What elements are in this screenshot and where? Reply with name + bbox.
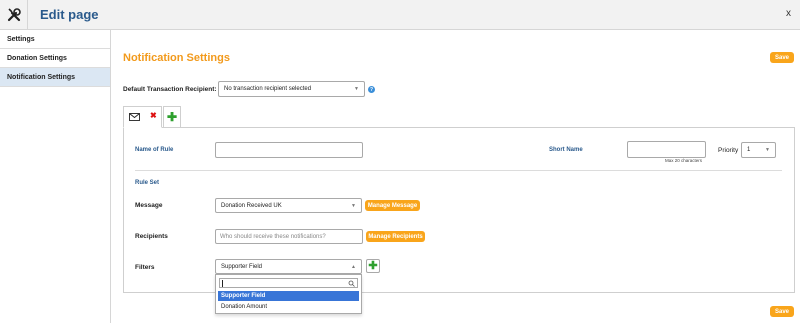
rule-set-divider	[135, 170, 782, 171]
recipients-label: Recipients	[135, 233, 168, 240]
filters-value: Supporter Field	[221, 263, 263, 270]
sidebar-item-donation-settings[interactable]: Donation Settings	[0, 49, 110, 68]
manage-message-button[interactable]: Manage Message	[365, 200, 420, 211]
message-select[interactable]: Donation Received UK ▼	[215, 198, 362, 213]
sidebar: Settings Donation Settings Notification …	[0, 30, 111, 323]
manage-recipients-button[interactable]: Manage Recipients	[366, 231, 425, 242]
save-button-top[interactable]: Save	[770, 52, 794, 63]
filters-dropdown: Supporter Field Donation Amount	[215, 274, 362, 314]
name-of-rule-input[interactable]	[215, 142, 363, 158]
search-icon	[348, 280, 355, 287]
priority-label: Priority	[718, 147, 739, 154]
priority-select[interactable]: 1 ▼	[741, 142, 776, 158]
priority-value: 1	[747, 147, 751, 153]
recipients-input[interactable]: Who should receive these notifications?	[215, 229, 363, 244]
message-value: Donation Received UK	[221, 202, 282, 209]
chevron-up-icon: ▲	[351, 263, 356, 270]
remove-tab-icon[interactable]: ✖	[150, 111, 157, 120]
edit-page-window: Edit page x Settings Donation Settings N…	[0, 0, 800, 323]
plus-icon: ✚	[166, 110, 178, 124]
close-button[interactable]: x	[786, 8, 791, 19]
short-name-input[interactable]	[627, 141, 706, 158]
filters-label: Filters	[135, 264, 155, 271]
short-name-hint: Max 20 characters	[665, 158, 703, 163]
sidebar-item-notification-settings[interactable]: Notification Settings	[0, 68, 110, 87]
help-icon[interactable]: ?	[368, 86, 375, 93]
short-name-label: Short Name	[549, 147, 583, 153]
rule-set-label: Rule Set	[135, 180, 160, 186]
save-button-bottom[interactable]: Save	[770, 306, 794, 317]
sidebar-item-settings[interactable]: Settings	[0, 30, 110, 49]
add-filter-button[interactable]: ✚	[366, 259, 380, 273]
name-of-rule-label: Name of Rule	[135, 147, 174, 153]
tools-icon[interactable]	[0, 0, 28, 30]
add-tab-button[interactable]: ✚	[163, 106, 181, 127]
text-caret	[222, 280, 223, 287]
dropdown-option-supporter-field[interactable]: Supporter Field	[218, 291, 359, 301]
page-title: Edit page	[40, 7, 99, 22]
filters-select[interactable]: Supporter Field ▲	[215, 259, 362, 274]
dropdown-option-donation-amount[interactable]: Donation Amount	[218, 302, 359, 312]
chevron-down-icon: ▼	[354, 86, 359, 92]
default-recipient-label: Default Transaction Recipient:	[123, 86, 217, 93]
dropdown-search-input[interactable]	[219, 278, 358, 288]
header-bar: Edit page x	[0, 0, 800, 30]
envelope-icon	[129, 113, 140, 121]
chevron-down-icon: ▼	[765, 147, 770, 153]
default-recipient-select[interactable]: No transaction recipient selected ▼	[218, 81, 365, 97]
tab-rule-1[interactable]: ✖	[123, 106, 162, 128]
chevron-down-icon: ▼	[351, 202, 356, 209]
message-label: Message	[135, 202, 163, 209]
plus-icon: ✚	[368, 259, 378, 272]
default-recipient-value: No transaction recipient selected	[224, 86, 312, 92]
section-title: Notification Settings	[123, 52, 230, 64]
